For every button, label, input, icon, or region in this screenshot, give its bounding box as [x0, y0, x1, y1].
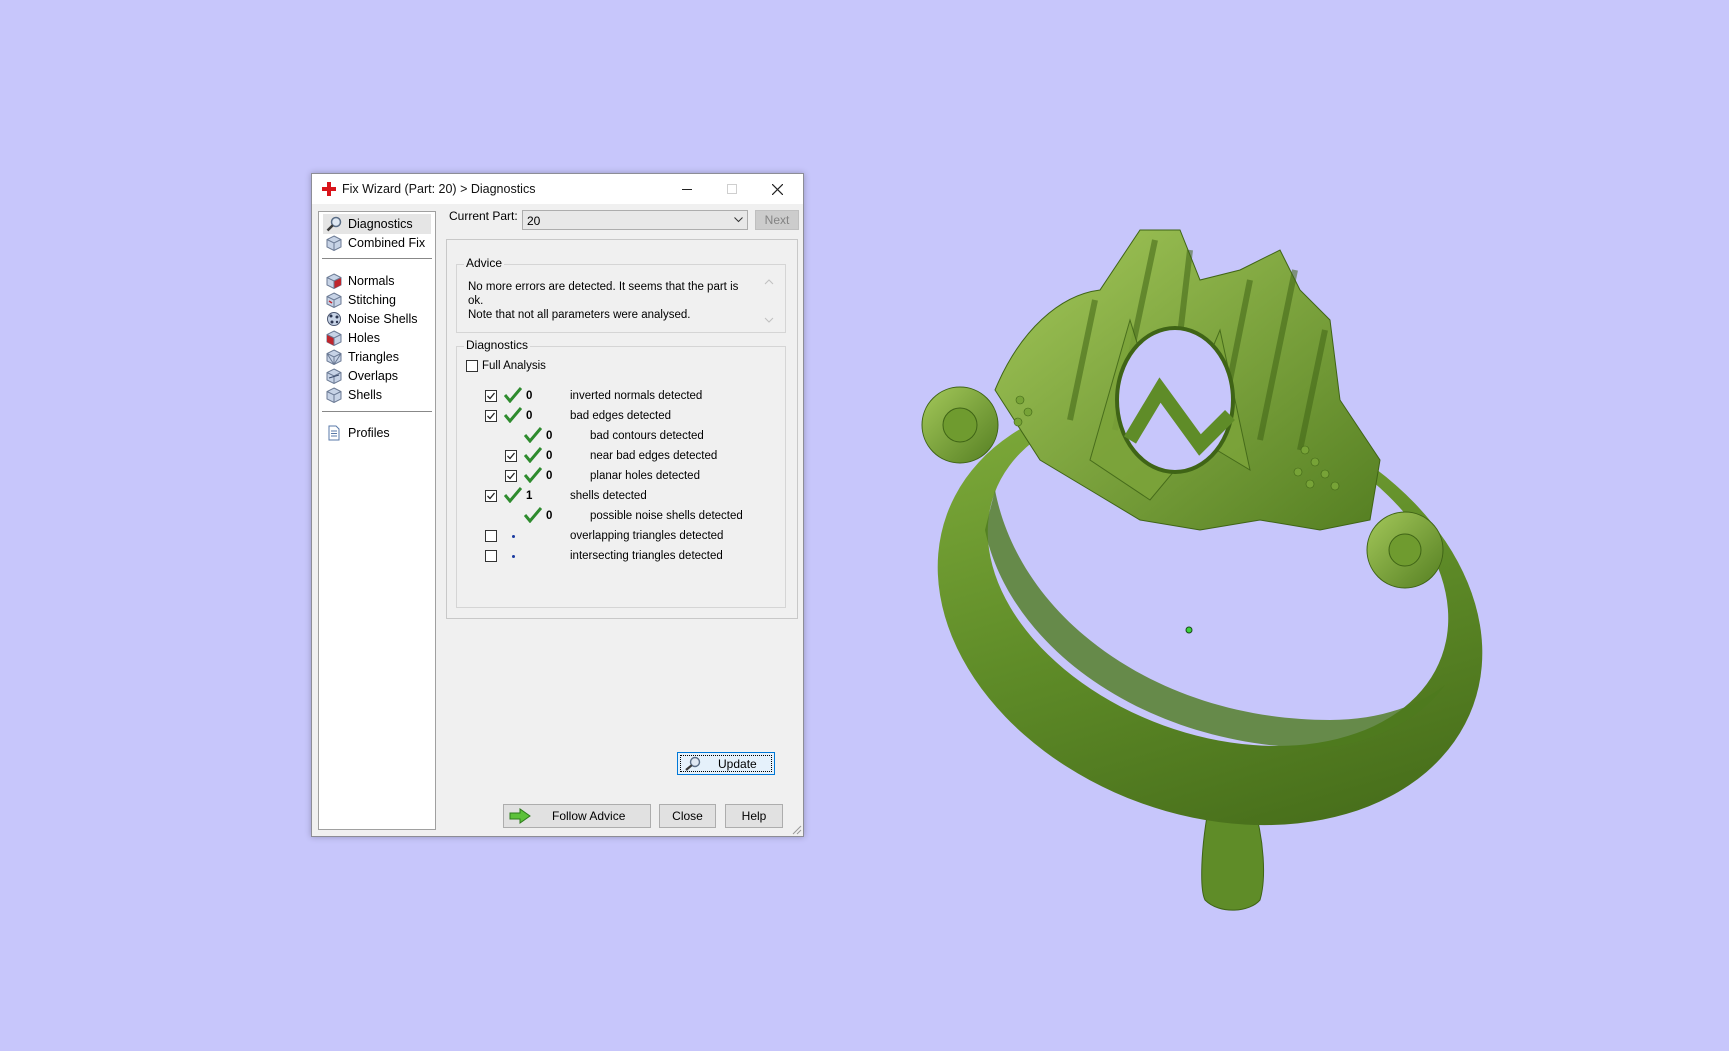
noise-shells-label: possible noise shells detected	[590, 510, 743, 522]
advice-text: No more errors are detected. It seems th…	[468, 280, 750, 322]
right-bezel-hole	[1388, 533, 1422, 567]
resize-grip-icon[interactable]	[792, 825, 802, 835]
next-button[interactable]: Next	[755, 210, 799, 230]
stitching-cube-icon	[326, 292, 342, 308]
follow-advice-button[interactable]: Follow Advice	[503, 804, 651, 828]
sidebar-item-combined-fix[interactable]: Combined Fix	[323, 233, 431, 253]
not-analysed-dot-icon	[512, 555, 515, 558]
planar-holes-count: 0	[546, 470, 553, 482]
normals-cube-icon	[326, 273, 342, 289]
planar-holes-checkbox[interactable]	[505, 470, 517, 482]
current-part-select[interactable]: 20	[522, 210, 748, 230]
check-mark-icon	[524, 447, 542, 463]
chevron-down-icon	[734, 217, 743, 223]
shells-cube-icon	[326, 387, 342, 403]
sidebar-item-holes[interactable]: Holes	[323, 328, 431, 348]
shells-checkbox[interactable]	[485, 490, 497, 502]
magnifier-icon	[685, 756, 701, 771]
title-bar[interactable]: Fix Wizard (Part: 20) > Diagnostics	[312, 174, 803, 204]
bad-edges-checkbox[interactable]	[485, 410, 497, 422]
current-part-value: 20	[527, 214, 541, 228]
sidebar-divider	[322, 411, 432, 413]
cube-icon	[326, 235, 342, 251]
diagnostics-group: Diagnostics Full Analysis 0 inverted nor…	[456, 338, 786, 608]
close-window-button[interactable]	[755, 174, 800, 204]
check-mark-icon	[504, 407, 522, 423]
ring-model[interactable]	[900, 229, 1520, 911]
full-analysis-label: Full Analysis	[482, 360, 546, 372]
near-bad-edges-checkbox[interactable]	[505, 450, 517, 462]
sidebar-item-normals[interactable]: Normals	[323, 271, 431, 291]
close-button[interactable]: Close	[659, 804, 716, 828]
sidebar-item-stitching[interactable]: Stitching	[323, 290, 431, 310]
advice-line-2: Note that not all parameters were analys…	[468, 309, 691, 321]
intersecting-triangles-checkbox[interactable]	[485, 550, 497, 562]
bad-edges-label: bad edges detected	[570, 410, 672, 422]
not-analysed-dot-icon	[512, 535, 515, 538]
overlapping-triangles-label: overlapping triangles detected	[570, 530, 724, 542]
advice-title: Advice	[464, 256, 505, 270]
sidebar-divider	[322, 258, 432, 260]
advice-line-1: No more errors are detected. It seems th…	[468, 281, 739, 307]
bad-contours-count: 0	[546, 430, 553, 442]
check-mark-icon	[504, 387, 522, 403]
magnifier-icon	[326, 216, 342, 232]
green-arrow-icon	[509, 808, 531, 824]
near-bad-edges-count: 0	[546, 450, 553, 462]
minimize-button[interactable]	[665, 174, 710, 204]
red-cross-icon	[322, 182, 336, 196]
bad-edges-count: 0	[526, 410, 533, 422]
rotation-center-marker	[1185, 626, 1193, 634]
planar-holes-label: planar holes detected	[590, 470, 700, 482]
sidebar-item-shells[interactable]: Shells	[323, 385, 431, 405]
inverted-normals-checkbox[interactable]	[485, 390, 497, 402]
profiles-document-icon	[328, 425, 340, 441]
check-mark-icon	[524, 467, 542, 483]
inverted-normals-count: 0	[526, 390, 533, 402]
advice-scrollbar[interactable]	[761, 277, 777, 325]
triangles-cube-icon	[326, 349, 342, 365]
diagnostics-panel: Advice No more errors are detected. It s…	[446, 239, 798, 619]
overlapping-triangles-checkbox[interactable]	[485, 530, 497, 542]
current-part-label: Current Part:	[449, 209, 518, 223]
sidebar-item-triangles[interactable]: Triangles	[323, 347, 431, 367]
holes-cube-icon	[326, 330, 342, 346]
near-bad-edges-label: near bad edges detected	[590, 450, 718, 462]
sidebar: Diagnostics Combined Fix Normals Stitchi…	[318, 211, 436, 830]
shells-count: 1	[526, 490, 533, 502]
sidebar-item-diagnostics[interactable]: Diagnostics	[323, 214, 431, 234]
check-mark-icon	[504, 487, 522, 503]
check-mark-icon	[524, 427, 542, 443]
left-bezel-hole	[942, 407, 978, 443]
shells-label: shells detected	[570, 490, 647, 502]
fix-wizard-dialog: Fix Wizard (Part: 20) > Diagnostics Diag…	[311, 173, 804, 837]
maximize-icon	[727, 184, 737, 194]
noise-shells-icon	[327, 312, 341, 326]
3d-viewport[interactable]	[900, 200, 1520, 920]
update-button[interactable]: Update	[677, 752, 775, 775]
inverted-normals-label: inverted normals detected	[570, 390, 703, 402]
sidebar-item-overlaps[interactable]: Overlaps	[323, 366, 431, 386]
bad-contours-label: bad contours detected	[590, 430, 704, 442]
sidebar-item-noise-shells[interactable]: Noise Shells	[323, 309, 431, 329]
sidebar-item-profiles[interactable]: Profiles	[323, 423, 431, 443]
full-analysis-checkbox[interactable]	[466, 360, 478, 372]
intersecting-triangles-label: intersecting triangles detected	[570, 550, 723, 562]
diagnostics-title: Diagnostics	[464, 338, 531, 352]
window-title: Fix Wizard (Part: 20) > Diagnostics	[342, 182, 536, 196]
overlaps-cube-icon	[326, 368, 342, 384]
help-button[interactable]: Help	[725, 804, 783, 828]
advice-group: Advice No more errors are detected. It s…	[456, 256, 786, 333]
check-mark-icon	[524, 507, 542, 523]
minimize-icon	[682, 189, 692, 190]
maximize-button[interactable]	[710, 174, 755, 204]
noise-shells-count: 0	[546, 510, 553, 522]
close-icon	[772, 184, 783, 195]
